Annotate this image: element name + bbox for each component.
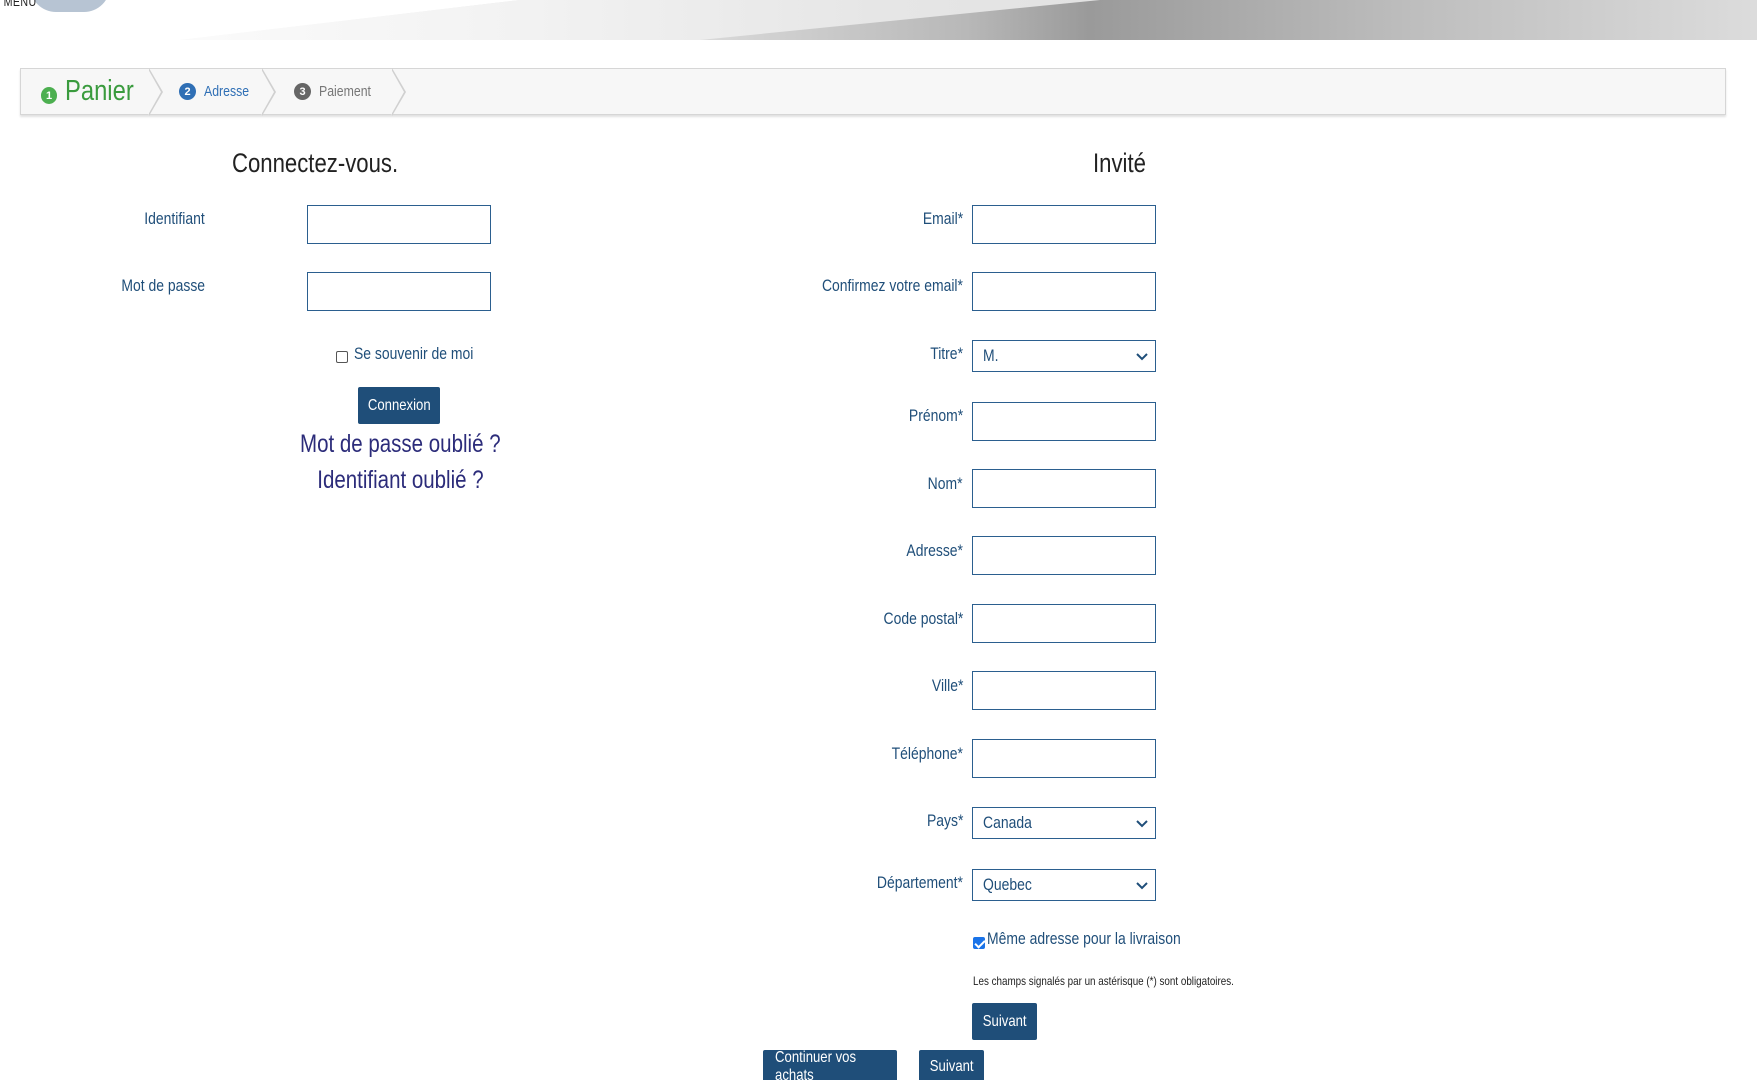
step-number: 3 — [294, 83, 311, 100]
remember-me-label: Se souvenir de moi — [354, 344, 474, 363]
confirm-email-label: Confirmez votre email* — [821, 276, 963, 295]
step-label: Panier — [65, 75, 134, 107]
code-postal-input[interactable] — [972, 604, 1156, 643]
step-adresse[interactable]: 2 Adresse — [149, 68, 276, 116]
pays-value: Canada — [983, 813, 1032, 832]
login-title: Connectez-vous. — [232, 148, 399, 178]
forgot-identifiant-link[interactable]: Identifiant oublié ? — [250, 466, 550, 495]
telephone-input[interactable] — [972, 739, 1156, 778]
chevron-right-icon — [391, 68, 406, 116]
password-input[interactable] — [307, 272, 491, 311]
same-address-label: Même adresse pour la livraison — [987, 929, 1181, 948]
pays-select[interactable]: Canada — [972, 807, 1156, 839]
continue-shopping-button[interactable]: Continuer vos achats — [763, 1049, 897, 1080]
code-postal-label: Code postal* — [883, 609, 963, 628]
nom-label: Nom* — [928, 474, 963, 493]
titre-label: Titre* — [930, 344, 963, 363]
connexion-button[interactable]: Connexion — [358, 387, 440, 424]
nom-input[interactable] — [972, 469, 1156, 508]
email-label: Email* — [922, 209, 963, 228]
departement-label: Département* — [876, 873, 963, 892]
prenom-label: Prénom* — [908, 406, 963, 425]
menu-button[interactable]: MENU — [0, 0, 40, 9]
site-logo[interactable] — [30, 0, 110, 12]
departement-select[interactable]: Quebec — [972, 869, 1156, 901]
chevron-down-icon — [1136, 882, 1148, 890]
step-number: 2 — [179, 83, 196, 100]
titre-select[interactable]: M. — [972, 340, 1156, 372]
identifiant-label: Identifiant — [144, 209, 205, 228]
adresse-label: Adresse* — [906, 541, 963, 560]
remember-me-checkbox[interactable] — [336, 351, 348, 363]
required-fields-note: Les champs signalés par un astérisque (*… — [973, 974, 1234, 988]
forgot-password-link[interactable]: Mot de passe oublié ? — [250, 430, 550, 459]
guest-title: Invité — [1093, 148, 1146, 178]
step-number: 1 — [41, 87, 58, 104]
password-label: Mot de passe — [121, 276, 205, 295]
departement-value: Quebec — [983, 875, 1032, 894]
prenom-input[interactable] — [972, 402, 1156, 441]
telephone-label: Téléphone* — [891, 744, 963, 763]
identifiant-input[interactable] — [307, 205, 491, 244]
same-address-checkbox[interactable] — [973, 937, 985, 949]
titre-value: M. — [983, 346, 999, 365]
confirm-email-input[interactable] — [972, 272, 1156, 311]
step-paiement[interactable]: 3 Paiement — [262, 68, 406, 116]
chevron-down-icon — [1136, 353, 1148, 361]
ville-input[interactable] — [972, 671, 1156, 710]
menu-label: MENU — [3, 0, 37, 9]
pays-label: Pays* — [926, 811, 963, 830]
step-label: Adresse — [204, 83, 250, 100]
guest-next-button[interactable]: Suivant — [972, 1003, 1037, 1040]
email-input[interactable] — [972, 205, 1156, 244]
step-panier[interactable]: 1 Panier — [21, 68, 163, 116]
step-label: Paiement — [319, 83, 371, 100]
next-button[interactable]: Suivant — [919, 1050, 984, 1080]
ville-label: Ville* — [931, 676, 963, 695]
checkout-steps: 1 Panier 2 Adresse 3 Paiement — [20, 68, 1726, 116]
chevron-down-icon — [1136, 820, 1148, 828]
adresse-input[interactable] — [972, 536, 1156, 575]
